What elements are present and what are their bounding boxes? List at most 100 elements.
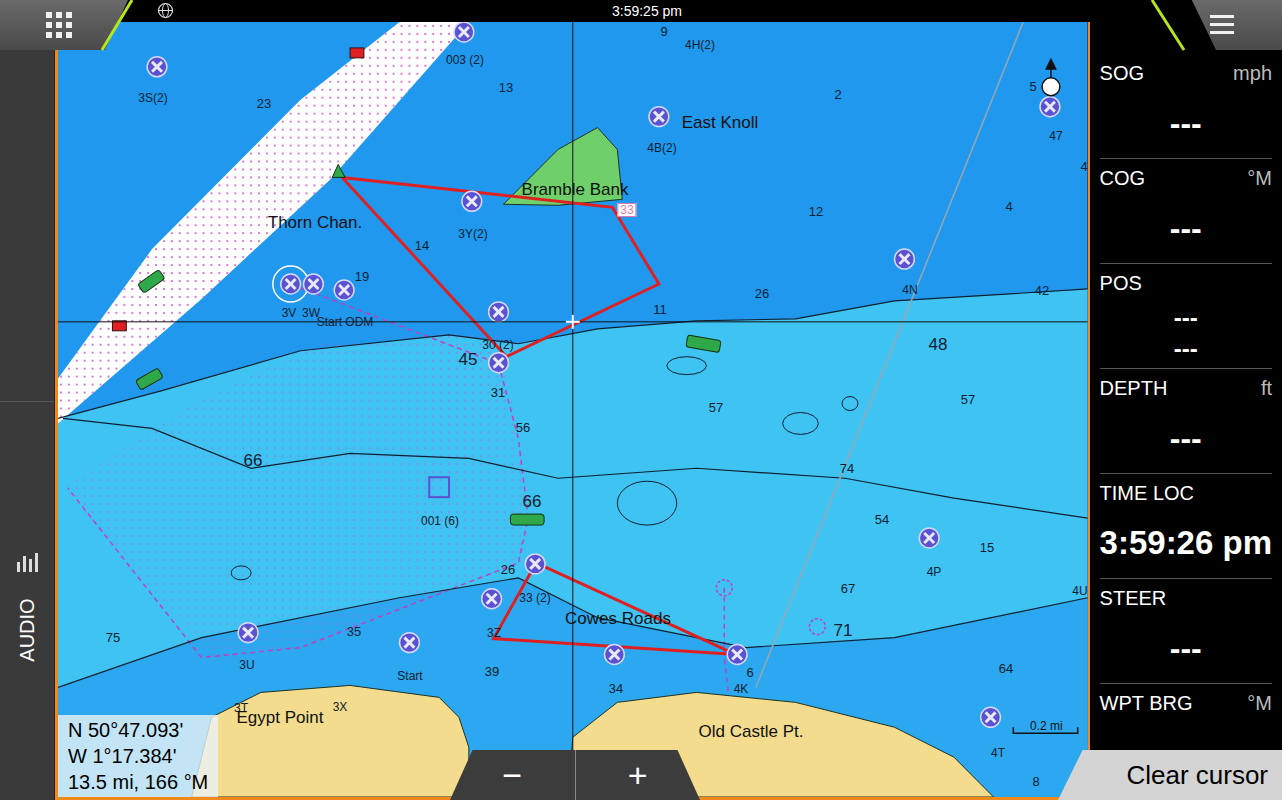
instrument-field[interactable]: TIME LOC3:59:26 pm <box>1100 474 1272 579</box>
waypoint-icon[interactable] <box>334 280 354 300</box>
chart-label: 15 <box>980 538 994 558</box>
north-arrow-icon[interactable] <box>1042 58 1060 96</box>
waypoint-icon[interactable] <box>462 191 482 211</box>
waypoint-icon[interactable] <box>482 589 502 609</box>
instrument-field[interactable]: DEPTH ft --- <box>1100 369 1272 474</box>
chart-label: 42 <box>1035 281 1049 301</box>
waypoint-icon[interactable] <box>400 633 420 653</box>
instrument-label: STEER <box>1100 583 1167 613</box>
chart-label: 11 <box>653 300 667 320</box>
grid-icon <box>45 11 73 39</box>
waypoint-icon[interactable] <box>489 302 509 322</box>
waypoint-icon[interactable] <box>1040 97 1060 117</box>
waypoint-icon[interactable] <box>147 57 167 77</box>
audio-bars-icon[interactable] <box>16 552 38 572</box>
waypoint-icon[interactable] <box>727 645 747 665</box>
chart-label: 33 <box>617 203 636 217</box>
chart-label: 75 <box>106 628 120 648</box>
instrument-label: DEPTH <box>1100 373 1168 403</box>
instrument-unit: mph <box>1233 58 1272 88</box>
chart-label: Cowes Roads <box>565 606 671 632</box>
chart-label: 54 <box>875 510 889 530</box>
chart-label: 3V <box>282 304 297 322</box>
instrument-field[interactable]: SOG mph --- <box>1100 54 1272 159</box>
waypoint-icon[interactable] <box>454 22 474 42</box>
chart-label: 67 <box>841 579 855 599</box>
chart-label: 3Y(2) <box>458 225 487 243</box>
instrument-unit: °M <box>1247 688 1272 718</box>
instrument-label: POS <box>1100 268 1142 298</box>
accent-line-icon <box>1150 0 1186 52</box>
waypoint-icon[interactable] <box>304 274 324 294</box>
instrument-value: --- <box>1174 302 1198 333</box>
chart-label: 66 <box>523 489 542 515</box>
chart-label: 3Z <box>487 624 501 642</box>
instrument-value: --- <box>1174 333 1198 364</box>
instrument-label: TIME LOC <box>1100 478 1194 508</box>
waypoint-icon[interactable] <box>489 353 509 373</box>
instrument-label: COG <box>1100 163 1146 193</box>
instrument-value: --- <box>1170 418 1202 458</box>
instrument-field[interactable]: COG °M --- <box>1100 159 1272 264</box>
chart-label: 3U <box>239 656 254 674</box>
chart-label: Bramble Bank <box>522 177 629 203</box>
clear-cursor-button[interactable]: Clear cursor <box>1058 750 1282 800</box>
waypoint-icon[interactable] <box>919 528 939 548</box>
chart-label: Start ODM <box>317 313 374 331</box>
chart-label: 4H(2) <box>685 36 715 54</box>
instrument-unit: ft <box>1261 373 1272 403</box>
waypoint-icon[interactable] <box>281 274 301 294</box>
chart-label: 35 <box>347 622 361 642</box>
instrument-value: --- <box>1170 103 1202 143</box>
hamburger-icon <box>1210 14 1234 36</box>
instrument-value: --- <box>1170 628 1202 668</box>
chart-label: 14 <box>415 236 429 256</box>
instrument-label: SOG <box>1100 58 1144 88</box>
chart-label: 001 (6) <box>421 512 459 530</box>
waypoint-icon[interactable] <box>238 623 258 643</box>
chart-drawing[interactable] <box>58 22 1088 797</box>
chart-label: 13 <box>499 78 513 98</box>
instrument-unit: °M <box>1247 163 1272 193</box>
instrument-field[interactable]: STEER--- <box>1100 579 1272 684</box>
chart-label: 4T <box>991 744 1005 762</box>
chart-label: 64 <box>999 659 1013 679</box>
instrument-panel: SOGmph---COG°M---POS------DEPTHft---TIME… <box>1090 22 1282 800</box>
chart-label: 8 <box>1032 772 1039 792</box>
chart-label: 4B(2) <box>647 139 676 157</box>
chart-label: 9 <box>660 22 667 42</box>
accent-line-icon <box>100 0 134 52</box>
chart-label: 26 <box>755 284 769 304</box>
waypoint-icon[interactable] <box>604 645 624 665</box>
chart-label: 2 <box>834 85 841 105</box>
instrument-field[interactable]: POS ------ <box>1100 264 1272 369</box>
waypoint-icon[interactable] <box>981 707 1001 727</box>
chart-label: 74 <box>840 459 854 479</box>
chart-label: 47 <box>1049 127 1062 145</box>
chart-label: 4 <box>1080 157 1087 177</box>
chart-label: East Knoll <box>682 110 759 136</box>
instrument-value: --- <box>1170 208 1202 248</box>
chart-label: 34 <box>609 679 623 699</box>
chart-label: 4N <box>902 281 917 299</box>
cursor-crosshair-icon <box>58 22 1088 797</box>
chart-label: Start <box>397 667 422 685</box>
chart-label: 57 <box>961 390 975 410</box>
chart-view[interactable]: 3S(2)23003 (2)1394H(2)East Knoll254744B(… <box>55 22 1090 800</box>
waypoint-icon[interactable] <box>649 107 669 127</box>
buoy-icon[interactable] <box>112 48 721 525</box>
chart-label: 33 (2) <box>519 589 550 607</box>
chart-label: 39 <box>485 662 499 682</box>
chart-label: 4P <box>927 563 942 581</box>
scale-label: 0.2 mi <box>1030 717 1063 735</box>
chart-label: 30 (2) <box>482 336 513 354</box>
chart-label: 5 <box>1029 77 1036 97</box>
waypoint-icon[interactable] <box>525 554 545 574</box>
audio-tab[interactable]: AUDIO <box>12 598 42 661</box>
chart-label: 57 <box>709 398 723 418</box>
waypoint-icon[interactable] <box>895 249 915 269</box>
chart-label: 3S(2) <box>138 89 167 107</box>
chart-label: 6 <box>746 663 753 683</box>
globe-icon[interactable] <box>157 2 174 19</box>
cursor-position-box: N 50°47.093'W 1°17.384'13.5 mi, 166 °M <box>58 715 218 797</box>
